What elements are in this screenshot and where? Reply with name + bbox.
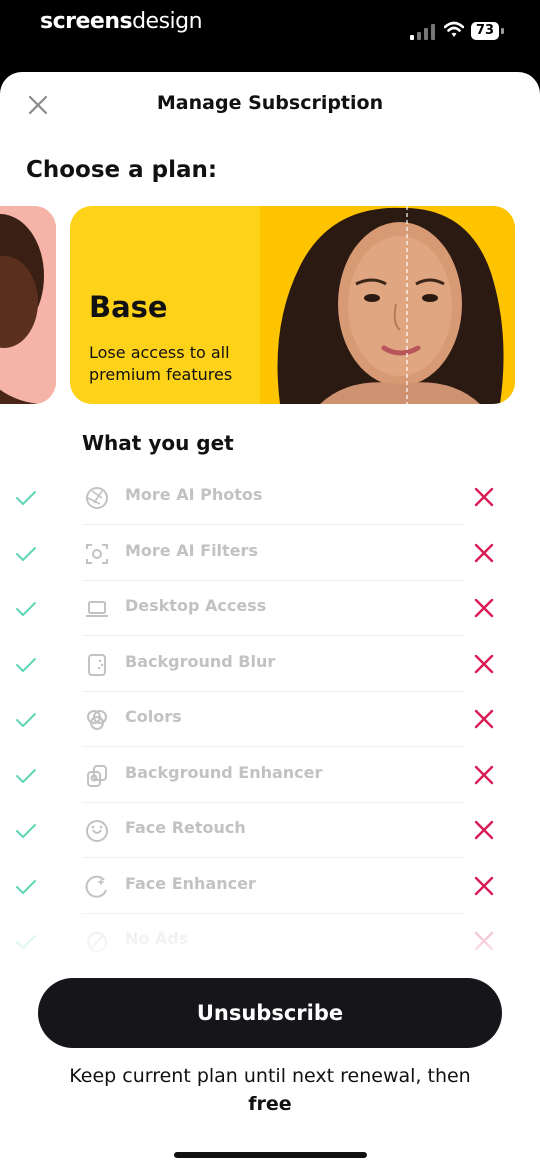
- feature-row: Background Enhancer: [0, 748, 540, 803]
- renewal-note-text: Keep current plan until next renewal, th…: [69, 1065, 471, 1087]
- plan-photo-previous: [0, 206, 56, 404]
- color-circles-icon: [87, 710, 107, 730]
- renewal-note-emphasis: free: [248, 1093, 292, 1115]
- plan-name: Base: [89, 290, 168, 324]
- face-sparkle-icon: [85, 875, 107, 898]
- face-heart-icon: [86, 820, 108, 842]
- feature-label: More AI Filters: [125, 540, 258, 560]
- cross-icon: [474, 709, 494, 729]
- check-icon: [16, 768, 36, 783]
- cross-icon: [474, 543, 494, 562]
- enhance-icon: [87, 764, 107, 787]
- unsubscribe-button[interactable]: Unsubscribe: [38, 978, 502, 1048]
- brand-part1: screens: [40, 9, 133, 34]
- cross-icon: [474, 598, 494, 618]
- choose-plan-heading: Choose a plan:: [26, 157, 218, 183]
- blur-icon: [88, 653, 106, 676]
- wifi-icon: [444, 21, 464, 37]
- check-icon: [16, 491, 36, 505]
- check-icon: [16, 824, 36, 838]
- signal-icon: [410, 24, 435, 40]
- check-icon: [16, 657, 36, 672]
- check-icon: [16, 713, 36, 727]
- feature-row: Desktop Access: [0, 581, 540, 636]
- renewal-note: Keep current plan until next renewal, th…: [30, 1062, 510, 1118]
- laptop-icon: [86, 601, 108, 617]
- cross-icon: [474, 487, 494, 507]
- check-icon: [16, 879, 36, 894]
- cross-icon: [474, 876, 494, 895]
- cross-icon: [474, 820, 494, 840]
- battery-icon: 73: [471, 22, 505, 40]
- plan-description: Lose access to all premium features: [89, 343, 233, 384]
- home-indicator: [174, 1152, 367, 1158]
- feature-label: Colors: [125, 707, 182, 726]
- brand-part2: design: [132, 9, 203, 34]
- plan-card-previous[interactable]: [0, 206, 56, 404]
- feature-label: More AI Photos: [125, 485, 263, 504]
- status-bar: screensdesign 73: [0, 0, 540, 70]
- page-title: Manage Subscription: [156, 92, 384, 114]
- plan-card-base[interactable]: Base Lose access to all premium features: [70, 206, 515, 404]
- feature-label: Desktop Access: [125, 596, 267, 615]
- list-fade: [0, 902, 540, 962]
- plan-photo: [260, 206, 515, 404]
- feature-label: Face Retouch: [125, 818, 246, 837]
- face-scan-icon: [86, 543, 108, 564]
- feature-row: More AI Filters: [0, 526, 540, 581]
- feature-label: Face Enhancer: [125, 873, 256, 893]
- battery-level: 73: [471, 22, 499, 40]
- feature-row: More AI Photos: [0, 470, 540, 525]
- feature-row: Background Blur: [0, 637, 540, 692]
- brand-logo: screensdesign: [40, 9, 203, 34]
- feature-row: Colors: [0, 692, 540, 747]
- feature-label: Background Enhancer: [125, 762, 323, 782]
- feature-row: Face Retouch: [0, 803, 540, 858]
- aperture-icon: [86, 487, 108, 509]
- subscription-sheet: Manage Subscription Choose a plan: Base …: [0, 72, 540, 1168]
- cross-icon: [474, 654, 494, 673]
- check-icon: [16, 546, 36, 561]
- features-heading: What you get: [82, 431, 234, 455]
- cross-icon: [474, 765, 494, 784]
- feature-label: Background Blur: [125, 651, 276, 671]
- check-icon: [16, 602, 36, 616]
